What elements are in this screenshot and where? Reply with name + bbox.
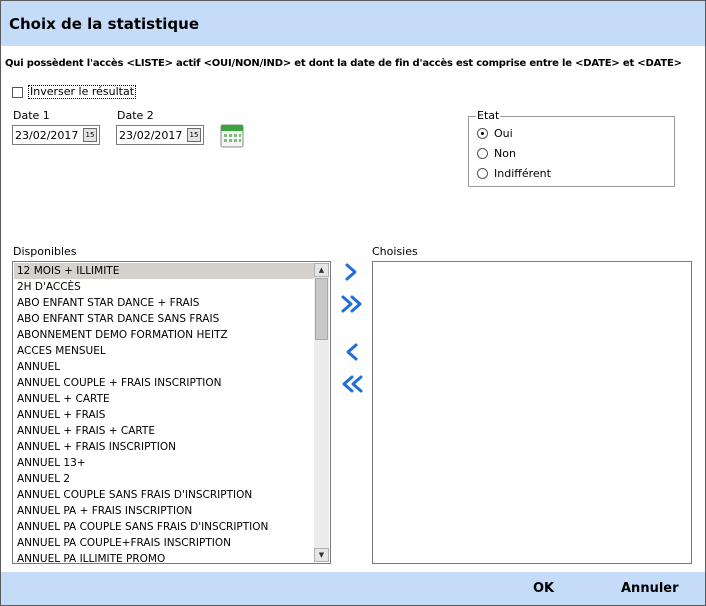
available-list-scrollbar[interactable]: ▲ ▼ — [314, 263, 329, 562]
state-option-label[interactable]: Non — [494, 147, 516, 160]
state-group-legend: Etat — [476, 109, 501, 122]
available-list-item[interactable]: 2H D'ACCÈS — [14, 279, 314, 295]
ok-button[interactable]: OK — [533, 581, 554, 596]
available-list-item[interactable]: ANNUEL 13+ — [14, 455, 314, 471]
available-list[interactable]: 12 MOIS + ILLIMITE 2H D'ACCÈS ABO ENFANT S… — [12, 261, 331, 564]
available-list-item[interactable]: ANNUEL + CARTE — [14, 391, 314, 407]
remove-all-button[interactable] — [339, 373, 365, 395]
available-list-item[interactable]: ANNUEL COUPLE + FRAIS INSCRIPTION — [14, 375, 314, 391]
scroll-up-icon[interactable]: ▲ — [314, 263, 329, 277]
available-list-item[interactable]: ANNUEL PA COUPLE SANS FRAIS D'INSCRIPTIO… — [14, 519, 314, 535]
available-list-item[interactable]: ABONNEMENT DEMO FORMATION HEITZ — [14, 327, 314, 343]
available-list-item[interactable]: ACCES MENSUEL — [14, 343, 314, 359]
radio-button[interactable] — [477, 147, 488, 159]
scroll-down-icon[interactable]: ▼ — [314, 548, 329, 562]
available-list-item[interactable]: ANNUEL + FRAIS + CARTE — [14, 423, 314, 439]
dialog-title: Choix de la statistique — [9, 15, 200, 33]
radio-button[interactable] — [477, 127, 488, 139]
available-list-item[interactable]: ANNUEL 2 — [14, 471, 314, 487]
date1-label: Date 1 — [13, 109, 50, 122]
footer-bar: OK Annuler — [1, 572, 705, 605]
chosen-list-label: Choisies — [372, 245, 418, 258]
checkbox-box[interactable] — [12, 86, 23, 98]
chosen-list[interactable] — [372, 261, 692, 564]
remove-selected-button[interactable] — [339, 341, 365, 363]
date1-value[interactable]: 23/02/2017 — [15, 129, 78, 142]
available-list-item[interactable]: ANNUEL COUPLE SANS FRAIS D'INSCRIPTION — [14, 487, 314, 503]
state-option-indifferent[interactable]: Indifférent — [477, 166, 551, 180]
invert-result-checkbox[interactable]: Inverser le résultat — [12, 85, 137, 99]
add-selected-button[interactable] — [339, 261, 365, 283]
available-list-item[interactable]: ANNUEL PA + FRAIS INSCRIPTION — [14, 503, 314, 519]
available-list-label: Disponibles — [13, 245, 77, 258]
state-option-oui[interactable]: Oui — [477, 126, 513, 140]
available-list-item[interactable]: ABO ENFANT STAR DANCE SANS FRAIS — [14, 311, 314, 327]
radio-button[interactable] — [477, 167, 488, 179]
available-list-item[interactable]: ANNUEL + FRAIS — [14, 407, 314, 423]
statistic-description: Qui possèdent l'accès <LISTE> actif <OUI… — [5, 58, 682, 69]
available-list-item[interactable]: ABO ENFANT STAR DANCE + FRAIS — [14, 295, 314, 311]
cancel-button[interactable]: Annuler — [621, 581, 679, 596]
available-list-item[interactable]: ANNUEL + FRAIS INSCRIPTION — [14, 439, 314, 455]
calendar-icon[interactable] — [220, 123, 244, 148]
date1-picker-button[interactable]: 15 — [83, 128, 97, 142]
add-all-button[interactable] — [339, 293, 365, 315]
scroll-thumb[interactable] — [315, 278, 328, 340]
date2-picker-button[interactable]: 15 — [187, 128, 201, 142]
title-bar: Choix de la statistique — [1, 1, 705, 46]
state-option-label[interactable]: Oui — [494, 127, 513, 140]
date2-label: Date 2 — [117, 109, 154, 122]
available-list-item[interactable]: ANNUEL — [14, 359, 314, 375]
date1-field[interactable]: 23/02/2017 15 — [12, 125, 100, 145]
available-list-items: 12 MOIS + ILLIMITE 2H D'ACCÈS ABO ENFANT S… — [14, 263, 314, 563]
available-list-item[interactable]: 12 MOIS + ILLIMITE — [14, 263, 314, 279]
available-list-item[interactable]: ANNUEL PA COUPLE+FRAIS INSCRIPTION — [14, 535, 314, 551]
date2-field[interactable]: 23/02/2017 15 — [116, 125, 204, 145]
state-option-non[interactable]: Non — [477, 146, 516, 160]
available-list-item[interactable]: ANNUEL PA ILLIMITE PROMO — [14, 551, 314, 563]
invert-result-label[interactable]: Inverser le résultat — [28, 85, 137, 99]
dialog-window: Choix de la statistique Qui possèdent l'… — [0, 0, 706, 606]
state-option-label[interactable]: Indifférent — [494, 167, 551, 180]
date2-value[interactable]: 23/02/2017 — [119, 129, 182, 142]
